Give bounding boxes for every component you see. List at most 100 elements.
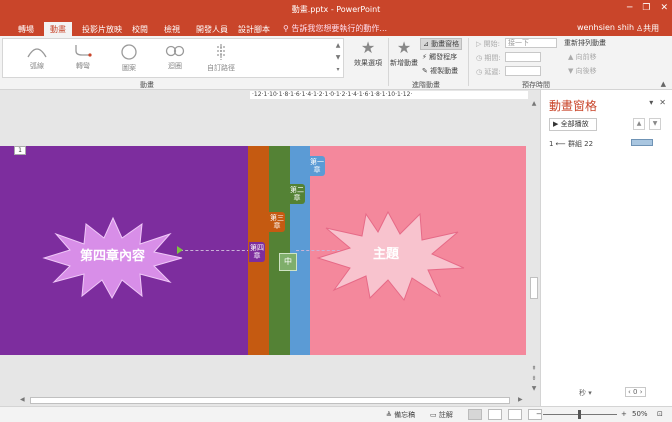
arrow-up-icon: ▲ — [568, 53, 576, 61]
start-select[interactable]: 接一下 — [505, 38, 557, 48]
next-slide-icon[interactable]: ⇟ — [530, 375, 538, 382]
animation-painter-label: 複製動畫 — [430, 67, 459, 75]
timeline-zoom-value: 0 — [633, 388, 638, 396]
pane-timeline-footer: 秒 ▾ ‹ 0 › — [541, 386, 672, 400]
vertical-scroll-thumb[interactable] — [530, 277, 538, 299]
anim-custom[interactable]: 自訂路徑 — [201, 41, 241, 77]
slide-number-badge: 1 — [14, 146, 26, 155]
pane-icon: ⊿ — [423, 40, 432, 48]
anim-custom-label: 自訂路徑 — [207, 64, 235, 72]
notes-label: 備忘稿 — [394, 411, 416, 419]
vertical-scrollbar[interactable]: ▲ ⇞ ⇟ ▼ — [528, 99, 540, 394]
status-bar: ≜ 備忘稿 ▭ 註解 − + 50% ⊡ — [0, 406, 672, 422]
horizontal-scroll-thumb[interactable] — [30, 397, 510, 404]
chapter2-panel[interactable] — [269, 146, 290, 355]
scroll-right-icon[interactable]: ▶ — [518, 396, 523, 403]
reading-view-button[interactable] — [508, 409, 522, 420]
tab-storyboard[interactable]: 設計腳本 — [232, 22, 276, 36]
animation-pane-button[interactable]: ⊿ 動畫窗格 — [420, 38, 463, 50]
play-all-button[interactable]: ▶ 全部播放 — [549, 118, 597, 131]
chapter1-tag[interactable]: 第一章 — [309, 156, 325, 176]
arrow-down-icon: ▼ — [568, 67, 576, 75]
scroll-up-icon[interactable]: ▲ — [530, 100, 538, 107]
chapter2-tag[interactable]: 第二章 — [289, 184, 305, 204]
custom-path-icon — [217, 44, 225, 60]
normal-view-button[interactable] — [468, 409, 482, 420]
fit-slide-icon[interactable]: ⊡ — [657, 410, 663, 418]
shape-path-icon — [121, 44, 137, 60]
animation-list-item[interactable]: 1 ⟵ 群組 22 — [549, 139, 593, 149]
zoom-out-icon[interactable]: − — [536, 410, 542, 418]
chapter3-tag[interactable]: 第三章 — [269, 212, 285, 232]
animation-pane: 動畫窗格 ▾ ✕ ▶ 全部播放 ▲ ▼ 1 ⟵ 群組 22 秒 ▾ ‹ 0 › — [540, 90, 672, 406]
theme-text: 主題 — [373, 247, 400, 262]
slide-sorter-view-button[interactable] — [488, 409, 502, 420]
close-icon[interactable]: ✕ — [659, 98, 666, 107]
notes-button[interactable]: ≜ 備忘稿 — [386, 410, 415, 420]
chevron-up-icon[interactable]: ▲ — [334, 40, 342, 52]
tell-me-box[interactable]: ⚲ 告訴我您想要執行的動作... — [283, 23, 387, 34]
trigger-button[interactable]: ⚡ 觸發程序 — [422, 52, 457, 62]
minimize-button[interactable]: ─ — [627, 3, 632, 13]
user-account[interactable]: wenhsien shih — [577, 23, 634, 32]
restore-button[interactable]: ❐ — [642, 3, 650, 13]
ribbon: 弧線 轉彎 圖案 迴圈 自訂路徑 ▲ ▼ ▾ ★ 效果選項 ★ 新增動畫 ⊿ 動… — [0, 36, 672, 90]
prev-slide-icon[interactable]: ⇞ — [530, 365, 538, 372]
chevron-down-icon[interactable]: ▼ — [334, 52, 342, 64]
seconds-dropdown[interactable]: 秒 ▾ — [579, 388, 592, 398]
horizontal-scrollbar[interactable]: ◀ ▶ — [0, 394, 540, 406]
share-button[interactable]: ♙共用 — [636, 23, 659, 34]
pane-controls: ▾ ✕ — [649, 98, 666, 107]
scroll-left-icon[interactable]: ◀ — [20, 396, 25, 403]
chevron-left-icon[interactable]: ‹ — [628, 388, 631, 396]
collapse-ribbon-icon[interactable]: ▲ — [661, 80, 666, 88]
star-icon: ★ — [360, 38, 376, 57]
timing-bar[interactable] — [631, 139, 653, 146]
middle-marker-box[interactable]: 中 — [279, 253, 297, 271]
delay-text: 延遲: — [484, 68, 501, 76]
anim-turn[interactable]: 轉彎 — [63, 41, 103, 77]
duration-field[interactable] — [505, 52, 541, 62]
effect-options-button[interactable]: ★ 效果選項 — [350, 38, 386, 68]
timeline-zoom-control[interactable]: ‹ 0 › — [625, 387, 646, 397]
chapter4-tag[interactable]: 第四章 — [249, 242, 265, 262]
reorder-title: 重新排列動畫 — [564, 39, 606, 47]
tab-animations[interactable]: 動畫 — [44, 22, 72, 36]
animation-gallery[interactable]: 弧線 轉彎 圖案 迴圈 自訂路徑 ▲ ▼ ▾ — [2, 38, 344, 78]
move-down-button[interactable]: ▼ — [649, 118, 661, 130]
more-icon[interactable]: ▾ — [334, 64, 342, 76]
effect-options-label: 效果選項 — [354, 59, 382, 67]
add-animation-button[interactable]: ★ 新增動畫 — [386, 38, 422, 68]
ruler: ·12·1·10·1·8·1·6·1·4·1·2·1·0·1·2·1·4·1·6… — [0, 90, 540, 99]
anim-arc[interactable]: 弧線 — [17, 41, 57, 77]
tab-slideshow[interactable]: 投影片放映 — [76, 22, 128, 36]
comment-icon: ▭ — [430, 411, 439, 419]
zoom-slider-thumb[interactable] — [578, 410, 581, 419]
delay-field[interactable] — [505, 66, 541, 76]
pane-options-icon[interactable]: ▾ — [649, 98, 653, 107]
tab-view[interactable]: 檢視 — [158, 22, 186, 36]
move-up-button[interactable]: ▲ — [633, 118, 645, 130]
chevron-right-icon[interactable]: › — [640, 388, 643, 396]
scroll-down-icon[interactable]: ▼ — [530, 385, 538, 392]
move-earlier-button[interactable]: ▲ 向前移 — [568, 52, 597, 62]
tab-developer[interactable]: 開發人員 — [190, 22, 234, 36]
motion-path-line — [180, 250, 250, 251]
animation-start-marker-icon[interactable] — [177, 246, 183, 254]
close-button[interactable]: ✕ — [660, 3, 668, 13]
duration-text: 期間: — [484, 54, 501, 62]
comments-button[interactable]: ▭ 註解 — [430, 410, 453, 420]
add-animation-label: 新增動畫 — [390, 59, 418, 67]
anim-loop[interactable]: 迴圈 — [155, 41, 195, 77]
anim-shape[interactable]: 圖案 — [109, 41, 149, 77]
slide-canvas[interactable]: 第四章內容 主題 第一章 第二章 第三章 第四章 中 — [0, 146, 526, 355]
move-later-button[interactable]: ▼ 向後移 — [568, 66, 597, 76]
chevron-up-icon: ▲ — [636, 120, 642, 127]
tab-review[interactable]: 校閱 — [126, 22, 154, 36]
tab-transitions[interactable]: 轉場 — [12, 22, 40, 36]
loop-icon — [165, 45, 185, 57]
zoom-level[interactable]: 50% — [632, 410, 648, 418]
zoom-in-icon[interactable]: + — [621, 410, 627, 418]
animation-painter-button[interactable]: ✎ 複製動畫 — [422, 66, 458, 76]
gallery-scroll[interactable]: ▲ ▼ ▾ — [334, 40, 342, 76]
